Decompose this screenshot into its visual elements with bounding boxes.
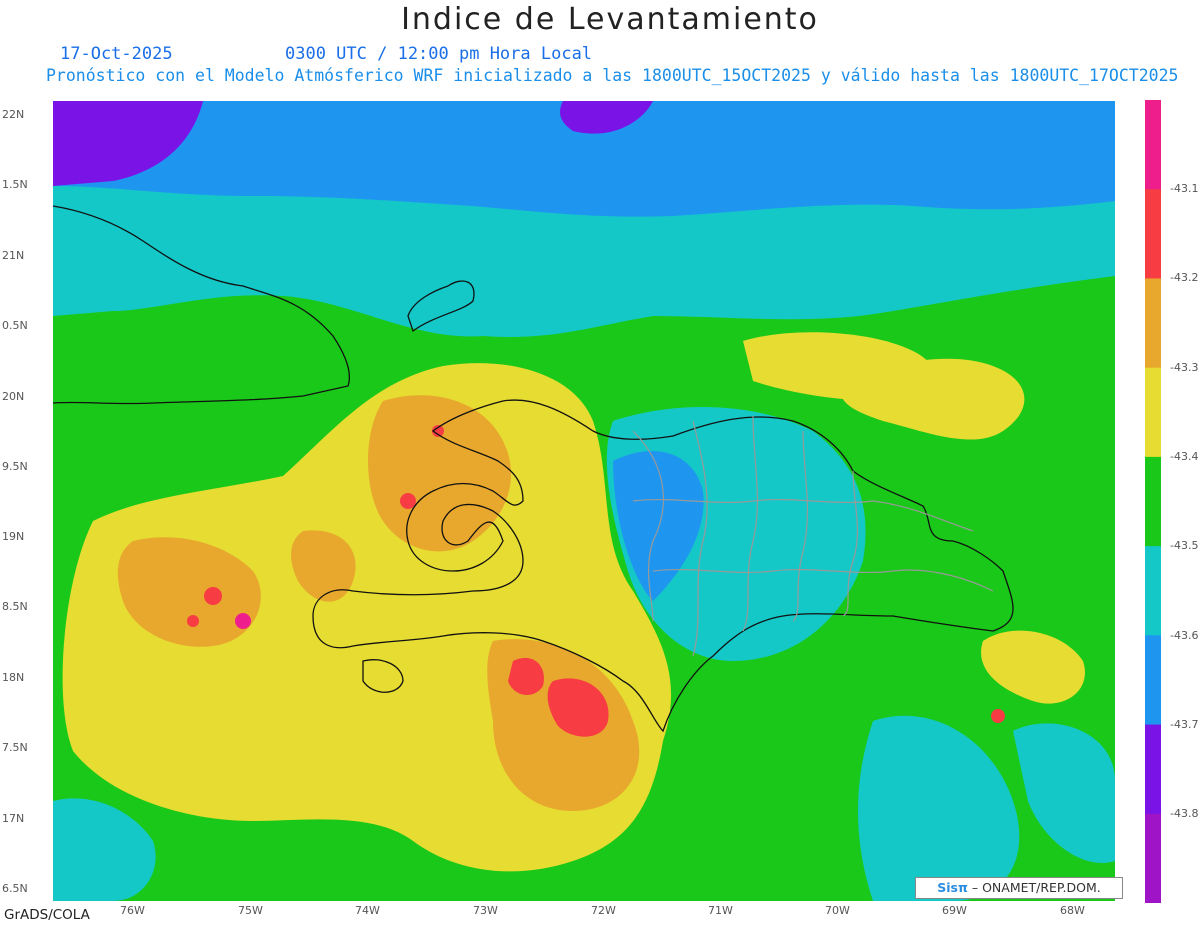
colorbar-segment — [1145, 813, 1161, 904]
grads-footer: GrADS/COLA — [4, 907, 90, 923]
lat-label: 18N — [2, 671, 25, 684]
colorbar-label: -43.6 — [1170, 629, 1199, 642]
lat-label: 8.5N — [2, 600, 28, 613]
colorbar-segment — [1145, 189, 1161, 279]
colorbar — [1145, 100, 1161, 904]
lat-label: 17N — [2, 812, 25, 825]
lat-label: 9.5N — [2, 460, 28, 473]
colorbar-segment — [1145, 724, 1161, 815]
lat-label: 20N — [2, 390, 25, 403]
forecast-time: 0300 UTC / 12:00 pm Hora Local — [285, 44, 593, 64]
lon-label: 73W — [473, 904, 498, 917]
colorbar-label: -43.8 — [1170, 807, 1199, 820]
lon-label: 76W — [120, 904, 145, 917]
colorbar-segment — [1145, 278, 1161, 369]
colorbar-label: -43.5 — [1170, 539, 1199, 552]
credit-box: Sisπ – ONAMET/REP.DOM. — [915, 877, 1123, 899]
lon-label: 68W — [1060, 904, 1085, 917]
lifted-index-map — [53, 101, 1115, 901]
lon-label: 70W — [825, 904, 850, 917]
lat-label: 19N — [2, 530, 25, 543]
map-field — [53, 101, 1115, 901]
model-description: Pronóstico con el Modelo Atmósferico WRF… — [46, 66, 1179, 85]
lon-label: 71W — [708, 904, 733, 917]
colorbar-label: -43.2 — [1170, 271, 1199, 284]
colorbar-label: -43.4 — [1170, 450, 1199, 463]
colorbar-segment — [1145, 100, 1161, 190]
credit-text: – ONAMET/REP.DOM. — [971, 880, 1101, 895]
lon-label: 69W — [942, 904, 967, 917]
forecast-date: 17-Oct-2025 — [60, 44, 173, 64]
colorbar-label: -43.1 — [1170, 182, 1199, 195]
lat-label: 1.5N — [2, 178, 28, 191]
lat-label: 0.5N — [2, 319, 28, 332]
colorbar-segment — [1145, 635, 1161, 726]
map-title: Indice de Levantamiento — [401, 2, 819, 37]
lat-label: 7.5N — [2, 741, 28, 754]
colorbar-label: -43.3 — [1170, 361, 1199, 374]
lat-label: 21N — [2, 249, 25, 262]
lon-label: 75W — [238, 904, 263, 917]
colorbar-svg — [1145, 100, 1161, 904]
lon-label: 74W — [355, 904, 380, 917]
colorbar-segment — [1145, 367, 1161, 458]
sispi-logo: Sisπ — [937, 880, 968, 895]
colorbar-segment — [1145, 546, 1161, 636]
lon-label: 72W — [591, 904, 616, 917]
colorbar-label: -43.7 — [1170, 718, 1199, 731]
lat-label: 6.5N — [2, 882, 28, 895]
lat-label: 22N — [2, 108, 25, 121]
colorbar-segment — [1145, 456, 1161, 547]
